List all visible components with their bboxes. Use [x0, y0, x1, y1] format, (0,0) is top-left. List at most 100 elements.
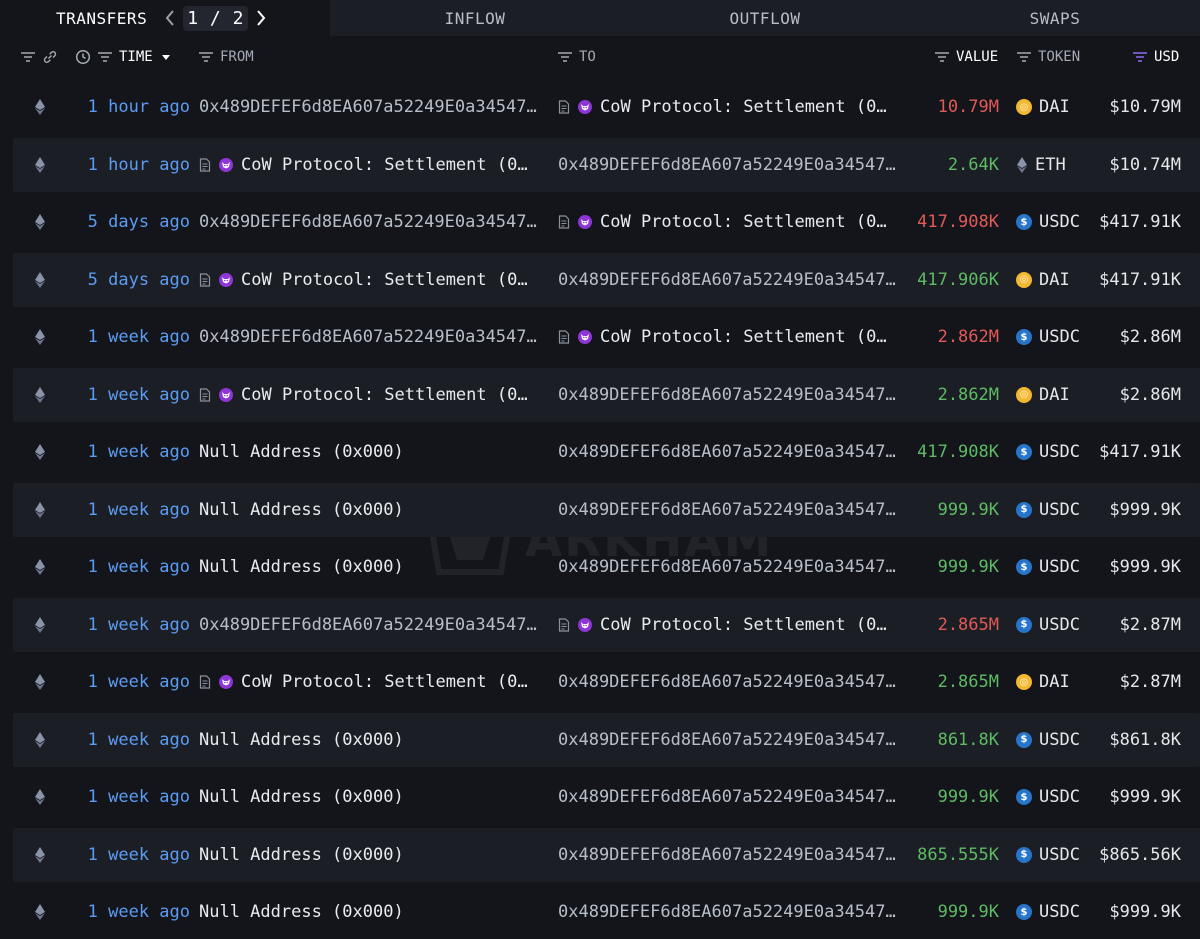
- to-entity-link[interactable]: 0x489DEFEF6d8EA607a52249E0a34547…: [558, 672, 896, 692]
- from-cell[interactable]: CoW Protocol: Settlement (0…: [199, 368, 545, 422]
- from-cell[interactable]: CoW Protocol: Settlement (0…: [199, 655, 545, 709]
- header-token[interactable]: TOKEN: [1016, 44, 1080, 70]
- filter-icon[interactable]: [97, 49, 113, 65]
- from-cell[interactable]: Null Address (0x000): [199, 713, 545, 767]
- from-cell[interactable]: Null Address (0x000): [199, 770, 545, 824]
- header-value[interactable]: VALUE: [934, 44, 998, 70]
- time-link[interactable]: 1 week ago: [75, 310, 190, 364]
- from-cell[interactable]: CoW Protocol: Settlement (0…: [199, 138, 545, 192]
- to-entity-link[interactable]: 0x489DEFEF6d8EA607a52249E0a34547…: [558, 730, 896, 750]
- to-cell[interactable]: 0x489DEFEF6d8EA607a52249E0a34547…: [558, 425, 904, 479]
- to-cell[interactable]: 0x489DEFEF6d8EA607a52249E0a34547…: [558, 713, 904, 767]
- time-link[interactable]: 1 hour ago: [75, 80, 190, 134]
- header-from[interactable]: FROM: [198, 44, 254, 70]
- to-cell[interactable]: 0x489DEFEF6d8EA607a52249E0a34547…: [558, 253, 904, 307]
- time-link[interactable]: 1 week ago: [75, 655, 190, 709]
- from-cell[interactable]: Null Address (0x000): [199, 885, 545, 939]
- table-row[interactable]: 1 week ago Null Address (0x000) 0x489DEFEF…: [13, 770, 1200, 824]
- table-row[interactable]: 5 days ago CoW Protocol: Settlement (0… 0x…: [13, 252, 1200, 307]
- filter-icon[interactable]: [1132, 49, 1148, 65]
- from-cell[interactable]: 0x489DEFEF6d8EA607a52249E0a34547…: [199, 598, 545, 652]
- to-entity-link[interactable]: 0x489DEFEF6d8EA607a52249E0a34547…: [558, 155, 896, 175]
- to-cell[interactable]: 0x489DEFEF6d8EA607a52249E0a34547…: [558, 770, 904, 824]
- to-entity-link[interactable]: CoW Protocol: Settlement (0…: [600, 97, 887, 117]
- to-entity-link[interactable]: 0x489DEFEF6d8EA607a52249E0a34547…: [558, 557, 896, 577]
- from-entity-link[interactable]: 0x489DEFEF6d8EA607a52249E0a34547…: [199, 212, 537, 232]
- from-cell[interactable]: Null Address (0x000): [199, 828, 545, 882]
- time-link[interactable]: 1 week ago: [75, 885, 190, 939]
- to-cell[interactable]: 0x489DEFEF6d8EA607a52249E0a34547…: [558, 368, 904, 422]
- to-entity-link[interactable]: 0x489DEFEF6d8EA607a52249E0a34547…: [558, 787, 896, 807]
- table-row[interactable]: 1 week ago Null Address (0x000) 0x489DEFEF…: [13, 482, 1200, 537]
- filter-icon[interactable]: [20, 49, 36, 65]
- from-cell[interactable]: 0x489DEFEF6d8EA607a52249E0a34547…: [199, 80, 545, 134]
- to-entity-link[interactable]: 0x489DEFEF6d8EA607a52249E0a34547…: [558, 500, 896, 520]
- from-entity-link[interactable]: CoW Protocol: Settlement (0…: [241, 155, 528, 175]
- filter-icon[interactable]: [934, 49, 950, 65]
- table-row[interactable]: 1 week ago Null Address (0x000) 0x489DEFEF…: [13, 885, 1200, 939]
- header-time[interactable]: TIME: [75, 44, 171, 70]
- header-usd[interactable]: USD: [1132, 44, 1179, 70]
- from-entity-link[interactable]: 0x489DEFEF6d8EA607a52249E0a34547…: [199, 615, 537, 635]
- sort-caret-icon[interactable]: [161, 52, 171, 62]
- filter-icon[interactable]: [557, 49, 573, 65]
- to-cell[interactable]: 0x489DEFEF6d8EA607a52249E0a34547…: [558, 540, 904, 594]
- to-cell[interactable]: 0x489DEFEF6d8EA607a52249E0a34547…: [558, 828, 904, 882]
- from-entity-link[interactable]: Null Address (0x000): [199, 787, 404, 807]
- link-icon[interactable]: [42, 49, 58, 65]
- to-cell[interactable]: CoW Protocol: Settlement (0…: [558, 310, 904, 364]
- time-link[interactable]: 5 days ago: [75, 195, 190, 249]
- time-link[interactable]: 1 week ago: [75, 713, 190, 767]
- from-entity-link[interactable]: Null Address (0x000): [199, 902, 404, 922]
- table-row[interactable]: 1 week ago 0x489DEFEF6d8EA607a52249E0a345…: [13, 597, 1200, 652]
- from-entity-link[interactable]: CoW Protocol: Settlement (0…: [241, 672, 528, 692]
- table-row[interactable]: 1 week ago Null Address (0x000) 0x489DEFEF…: [13, 827, 1200, 882]
- to-cell[interactable]: CoW Protocol: Settlement (0…: [558, 195, 904, 249]
- to-entity-link[interactable]: CoW Protocol: Settlement (0…: [600, 615, 887, 635]
- from-entity-link[interactable]: Null Address (0x000): [199, 845, 404, 865]
- tab-swaps[interactable]: SWAPS: [910, 0, 1200, 36]
- to-entity-link[interactable]: 0x489DEFEF6d8EA607a52249E0a34547…: [558, 385, 896, 405]
- from-entity-link[interactable]: Null Address (0x000): [199, 557, 404, 577]
- to-cell[interactable]: CoW Protocol: Settlement (0…: [558, 598, 904, 652]
- time-link[interactable]: 1 week ago: [75, 540, 190, 594]
- from-entity-link[interactable]: Null Address (0x000): [199, 730, 404, 750]
- to-entity-link[interactable]: CoW Protocol: Settlement (0…: [600, 212, 887, 232]
- table-row[interactable]: 1 week ago CoW Protocol: Settlement (0… 0x…: [13, 367, 1200, 422]
- to-entity-link[interactable]: 0x489DEFEF6d8EA607a52249E0a34547…: [558, 270, 896, 290]
- from-cell[interactable]: CoW Protocol: Settlement (0…: [199, 253, 545, 307]
- tab-outflow[interactable]: OUTFLOW: [620, 0, 910, 36]
- to-cell[interactable]: 0x489DEFEF6d8EA607a52249E0a34547…: [558, 483, 904, 537]
- time-link[interactable]: 1 week ago: [75, 425, 190, 479]
- table-row[interactable]: 1 hour ago 0x489DEFEF6d8EA607a52249E0a345…: [13, 80, 1200, 134]
- time-link[interactable]: 1 week ago: [75, 770, 190, 824]
- filter-icon[interactable]: [198, 49, 214, 65]
- from-cell[interactable]: Null Address (0x000): [199, 540, 545, 594]
- from-entity-link[interactable]: CoW Protocol: Settlement (0…: [241, 385, 528, 405]
- tab-transfers[interactable]: TRANSFERS 1 / 2: [0, 0, 330, 36]
- from-cell[interactable]: 0x489DEFEF6d8EA607a52249E0a34547…: [199, 310, 545, 364]
- time-link[interactable]: 1 hour ago: [75, 138, 190, 192]
- to-entity-link[interactable]: 0x489DEFEF6d8EA607a52249E0a34547…: [558, 902, 896, 922]
- to-cell[interactable]: CoW Protocol: Settlement (0…: [558, 80, 904, 134]
- to-cell[interactable]: 0x489DEFEF6d8EA607a52249E0a34547…: [558, 138, 904, 192]
- time-link[interactable]: 1 week ago: [75, 598, 190, 652]
- filter-icon[interactable]: [1016, 49, 1032, 65]
- to-entity-link[interactable]: 0x489DEFEF6d8EA607a52249E0a34547…: [558, 845, 896, 865]
- table-row[interactable]: 1 week ago Null Address (0x000) 0x489DEFEF…: [13, 540, 1200, 594]
- to-cell[interactable]: 0x489DEFEF6d8EA607a52249E0a34547…: [558, 885, 904, 939]
- time-link[interactable]: 1 week ago: [75, 828, 190, 882]
- table-row[interactable]: 1 week ago CoW Protocol: Settlement (0… 0x…: [13, 655, 1200, 709]
- tab-inflow[interactable]: INFLOW: [330, 0, 620, 36]
- to-entity-link[interactable]: 0x489DEFEF6d8EA607a52249E0a34547…: [558, 442, 896, 462]
- from-entity-link[interactable]: 0x489DEFEF6d8EA607a52249E0a34547…: [199, 97, 537, 117]
- time-link[interactable]: 1 week ago: [75, 483, 190, 537]
- to-cell[interactable]: 0x489DEFEF6d8EA607a52249E0a34547…: [558, 655, 904, 709]
- chevron-right-icon[interactable]: [252, 7, 270, 29]
- table-row[interactable]: 1 week ago Null Address (0x000) 0x489DEFEF…: [13, 712, 1200, 767]
- time-link[interactable]: 1 week ago: [75, 368, 190, 422]
- from-cell[interactable]: 0x489DEFEF6d8EA607a52249E0a34547…: [199, 195, 545, 249]
- from-entity-link[interactable]: Null Address (0x000): [199, 500, 404, 520]
- chevron-left-icon[interactable]: [161, 7, 179, 29]
- table-row[interactable]: 5 days ago 0x489DEFEF6d8EA607a52249E0a345…: [13, 195, 1200, 249]
